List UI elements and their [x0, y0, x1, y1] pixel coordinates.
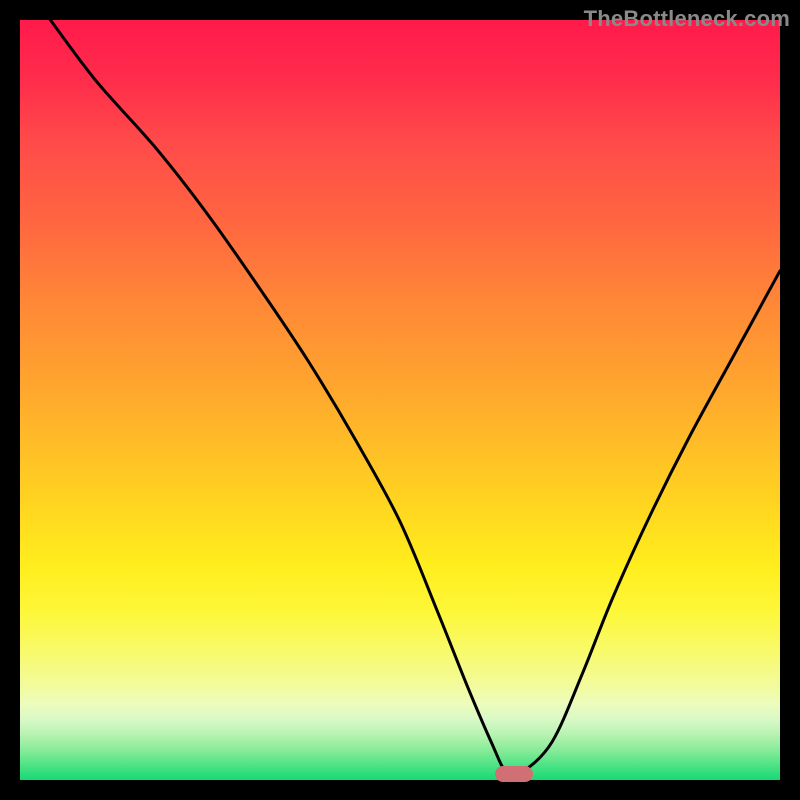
- chart-plot-area: [20, 20, 780, 780]
- optimal-point-marker: [495, 766, 533, 782]
- watermark-text: TheBottleneck.com: [584, 6, 790, 32]
- chart-frame: [20, 20, 780, 780]
- bottleneck-curve-path: [50, 20, 780, 776]
- chart-curve: [20, 20, 780, 780]
